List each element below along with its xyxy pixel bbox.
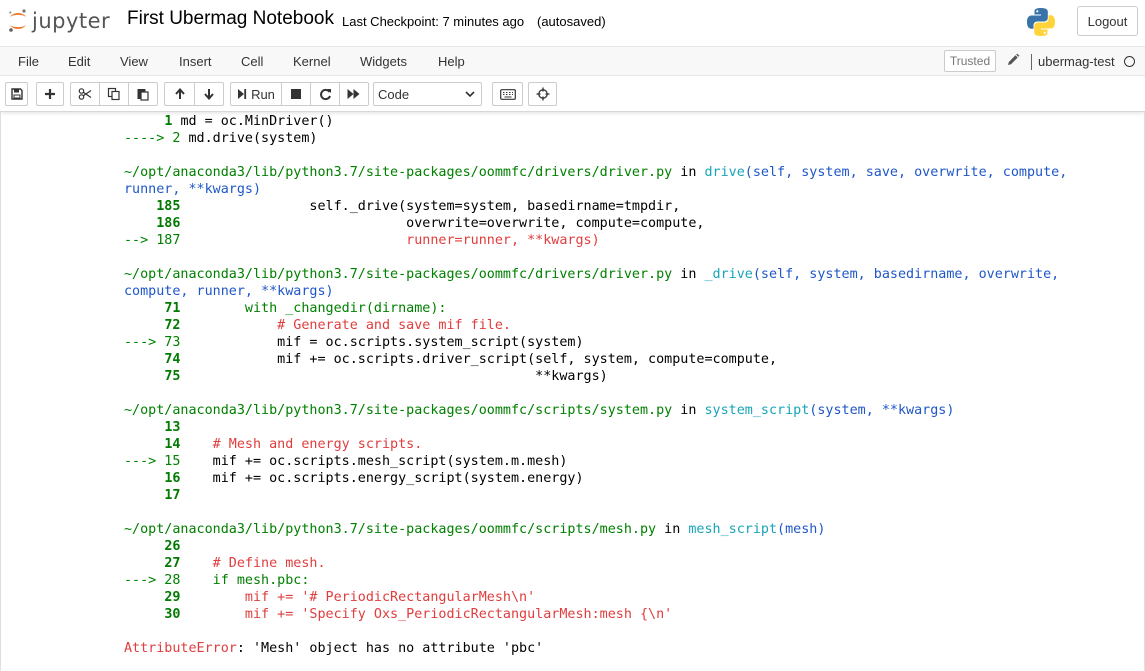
trusted-indicator[interactable]: Trusted: [944, 50, 996, 72]
notebook-page: 1 md = oc.MinDriver() ----> 2 md.drive(s…: [1, 112, 1144, 671]
copy-cell-button[interactable]: [99, 82, 129, 106]
arrow-up-icon: [174, 88, 185, 99]
code-line: 71 with _changedir(dirname):: [164, 301, 447, 316]
python-logo-icon: [1027, 8, 1055, 36]
keyboard-icon: [499, 88, 516, 100]
traceback-frame-header-cont: runner, **kwargs): [124, 182, 262, 197]
save-icon: [10, 88, 23, 100]
cell-toolbar-button[interactable]: [528, 82, 557, 106]
jupyter-logo-icon: [9, 9, 26, 32]
code-line-highlighted: ---> 15 mif += oc.scripts.mesh_script(sy…: [124, 454, 568, 469]
run-button-label: Run: [251, 86, 275, 102]
checkpoint-status: Last Checkpoint: 7 minutes ago: [342, 14, 525, 29]
restart-run-all-button[interactable]: [339, 82, 369, 106]
jupyter-logo[interactable]: jupyter: [7, 7, 110, 35]
run-cell-button[interactable]: Run: [230, 82, 282, 106]
jupyter-logo-text: jupyter: [32, 9, 111, 33]
copy-icon: [107, 87, 120, 101]
kernel-idle-indicator-icon: [1124, 56, 1135, 67]
restart-kernel-button[interactable]: [310, 82, 340, 106]
menu-cell[interactable]: Cell: [241, 54, 263, 69]
code-line: 26: [164, 539, 181, 554]
toolbar: Run Code: [0, 78, 1145, 110]
autosave-status: (autosaved): [537, 14, 606, 29]
traceback-frame-header: ~/opt/anaconda3/lib/python3.7/site-packa…: [124, 165, 1068, 180]
code-line: 14 # Mesh and energy scripts.: [164, 437, 423, 452]
menu-view[interactable]: View: [120, 54, 148, 69]
menu-help[interactable]: Help: [438, 54, 465, 69]
traceback-frame-header: ~/opt/anaconda3/lib/python3.7/site-packa…: [124, 403, 955, 418]
interrupt-kernel-button[interactable]: [281, 82, 311, 106]
paste-icon: [137, 89, 149, 101]
code-line: 186 overwrite=overwrite, compute=compute…: [156, 216, 705, 231]
cut-cell-button[interactable]: [70, 82, 100, 106]
cell-type-select[interactable]: Code: [373, 82, 482, 106]
code-line: 75 **kwargs): [164, 369, 608, 384]
code-line-highlighted: --> 187 runner=runner, **kwargs): [124, 233, 600, 248]
menu-edit[interactable]: Edit: [68, 54, 90, 69]
code-line-highlighted: ---> 28 if mesh.pbc:: [124, 573, 310, 588]
save-button[interactable]: [5, 82, 28, 106]
cell-type-value: Code: [378, 86, 410, 102]
code-line: 1 md = oc.MinDriver(): [164, 114, 334, 129]
traceback-frame-header: ~/opt/anaconda3/lib/python3.7/site-packa…: [124, 267, 1060, 282]
menu-insert[interactable]: Insert: [179, 54, 212, 69]
menu-widgets[interactable]: Widgets: [360, 54, 407, 69]
stop-icon: [291, 89, 301, 99]
chevron-down-icon: [465, 91, 475, 98]
scissors-icon: [78, 88, 92, 100]
code-line: 29 mif += '# PeriodicRectangularMesh\n': [164, 590, 536, 605]
code-line: 16 mif += oc.scripts.energy_script(syste…: [164, 471, 584, 486]
arrow-down-icon: [204, 89, 214, 100]
notebook-header: jupyter First Ubermag Notebook Last Chec…: [0, 0, 1145, 112]
error-message: AttributeError: 'Mesh' object has no att…: [124, 641, 544, 656]
notebook-site: 1 md = oc.MinDriver() ----> 2 md.drive(s…: [0, 112, 1145, 671]
menu-kernel[interactable]: Kernel: [293, 54, 331, 69]
fast-forward-icon: [347, 89, 360, 99]
kernel-name[interactable]: ubermag-test: [1031, 54, 1115, 70]
code-line: ----> 2 md.drive(system): [124, 131, 318, 146]
insert-cell-below-button[interactable]: [36, 82, 64, 106]
code-line: 27 # Define mesh.: [164, 556, 326, 571]
crosshairs-icon: [536, 87, 549, 101]
code-line: 72 # Generate and save mif file.: [164, 318, 511, 333]
code-line: 185 self._drive(system=system, basedirna…: [156, 199, 681, 214]
traceback-frame-header: ~/opt/anaconda3/lib/python3.7/site-packa…: [124, 522, 826, 537]
restart-icon: [319, 88, 331, 100]
command-palette-button[interactable]: [492, 82, 523, 106]
move-cell-down-button[interactable]: [194, 82, 224, 106]
step-forward-icon: [238, 89, 247, 99]
traceback-frame-header-cont: compute, runner, **kwargs): [124, 284, 334, 299]
logout-button[interactable]: Logout: [1077, 6, 1138, 36]
paste-cell-button[interactable]: [128, 82, 158, 106]
notebook-title[interactable]: First Ubermag Notebook: [127, 8, 334, 30]
menu-file[interactable]: File: [18, 54, 39, 69]
move-cell-up-button[interactable]: [164, 82, 195, 106]
menubar: File Edit View Insert Cell Kernel Widget…: [0, 46, 1145, 76]
plus-icon: [45, 89, 55, 99]
code-line: 74 mif += oc.scripts.driver_script(self,…: [164, 352, 778, 367]
edit-mode-pencil-icon: [1008, 53, 1020, 65]
code-line: 17: [164, 488, 181, 503]
code-line: 30 mif += 'Specify Oxs_PeriodicRectangul…: [164, 607, 673, 622]
code-line-highlighted: ---> 73 mif = oc.scripts.system_script(s…: [124, 335, 584, 350]
code-line: 13: [164, 420, 181, 435]
